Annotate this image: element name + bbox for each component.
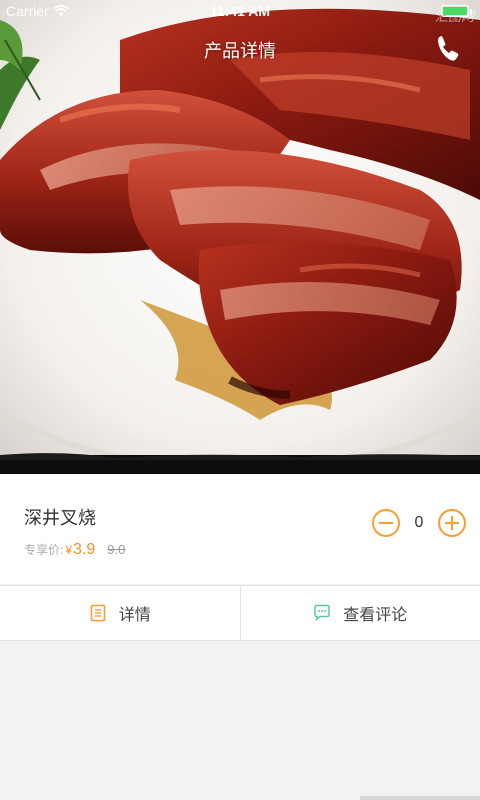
quantity-stepper: 0 xyxy=(372,509,466,537)
phone-icon xyxy=(438,36,459,61)
comment-icon xyxy=(314,604,330,622)
battery-icon xyxy=(441,5,472,17)
status-time: 11:41 AM xyxy=(209,3,271,19)
product-name: 深井叉烧 xyxy=(24,508,96,528)
detail-tabs: 详情 查看评论 xyxy=(0,585,480,641)
call-button[interactable] xyxy=(432,32,464,64)
price-row: 专享价: ¥ 3.9 9.0 xyxy=(24,541,125,559)
tab-details[interactable]: 详情 xyxy=(0,586,240,640)
status-bar: Carrier 11:41 AM xyxy=(0,0,480,24)
scroll-indicator xyxy=(360,796,480,800)
decrease-quantity-button[interactable] xyxy=(372,509,400,537)
page-title: 产品详情 xyxy=(204,41,276,61)
quantity-value: 0 xyxy=(414,514,424,531)
increase-quantity-button[interactable] xyxy=(438,509,466,537)
product-info-card: 深井叉烧 专享价: ¥ 3.9 9.0 0 xyxy=(0,474,480,584)
nav-bar: 产品详情 xyxy=(0,24,480,72)
currency-symbol: ¥ xyxy=(65,543,73,557)
document-icon xyxy=(90,604,106,622)
product-detail-screen: 汇图网 Carrier 11:41 AM 产品详情 深井叉烧 专享价: ¥ 3.… xyxy=(0,0,480,800)
tab-content-area xyxy=(0,641,480,800)
tab-details-label: 详情 xyxy=(118,607,151,624)
original-price: 9.0 xyxy=(107,542,126,557)
price-label: 专享价: xyxy=(24,543,64,557)
tab-comments-label: 查看评论 xyxy=(343,607,408,624)
current-price: 3.9 xyxy=(73,541,96,558)
tab-comments[interactable]: 查看评论 xyxy=(239,586,480,640)
